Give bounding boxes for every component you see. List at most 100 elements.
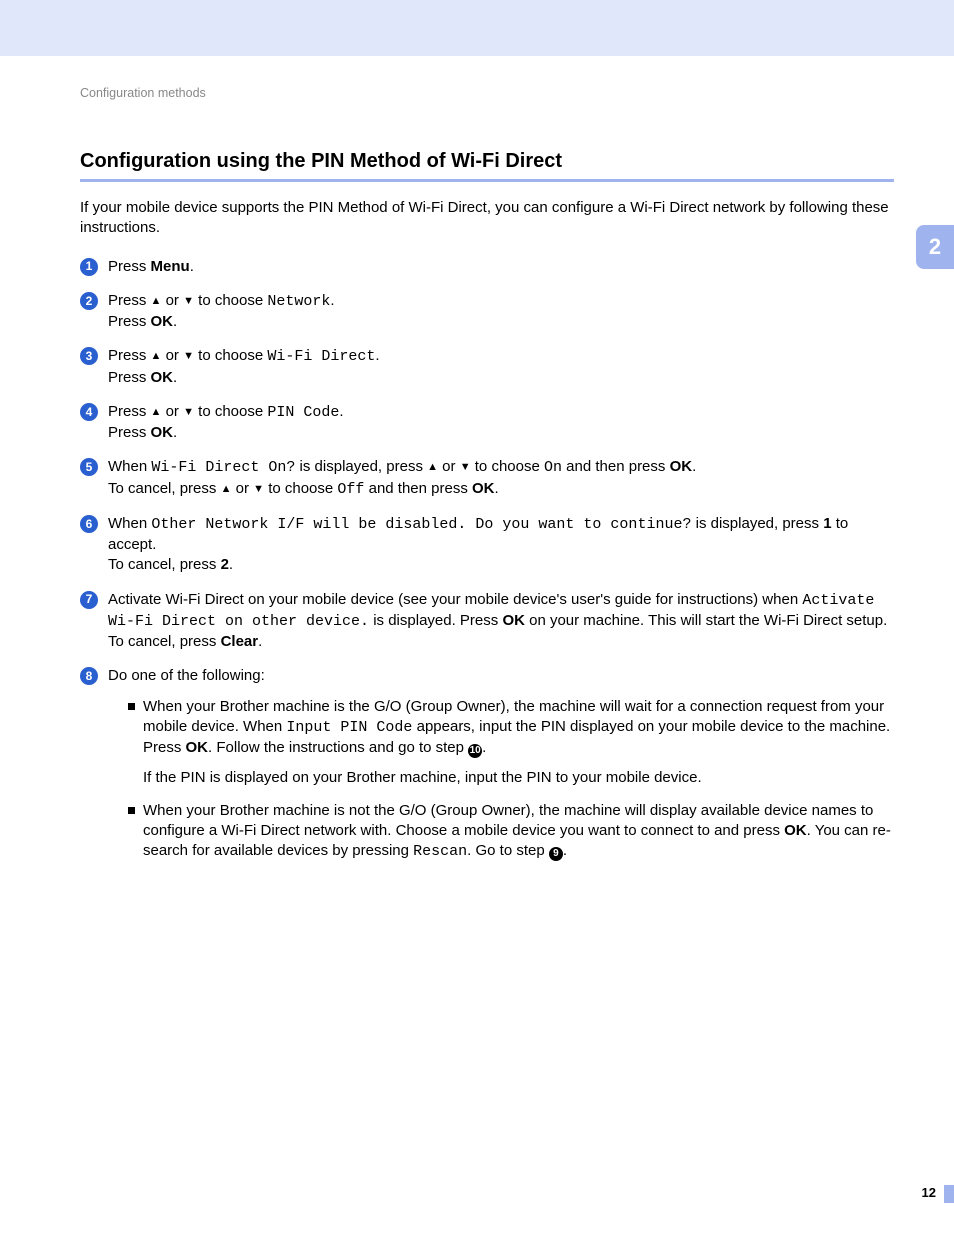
down-arrow-icon: ▼ bbox=[253, 483, 264, 495]
text: To cancel, press bbox=[108, 556, 221, 573]
bold-ok: OK bbox=[151, 313, 174, 330]
down-arrow-icon: ▼ bbox=[183, 350, 194, 362]
text: or bbox=[161, 403, 183, 420]
sub-body: When your Brother machine is not the G/O… bbox=[143, 801, 894, 863]
text: . bbox=[482, 739, 486, 756]
page-number: 12 bbox=[922, 1185, 936, 1200]
text: Press bbox=[108, 292, 151, 309]
header-band bbox=[0, 0, 954, 56]
text: to choose bbox=[194, 403, 267, 420]
text: . Follow the instructions and go to step bbox=[208, 739, 468, 756]
text: . bbox=[173, 424, 177, 441]
down-arrow-icon: ▼ bbox=[460, 461, 471, 473]
text: Press bbox=[108, 347, 151, 364]
step-body: When Other Network I/F will be disabled.… bbox=[108, 514, 894, 576]
text: . bbox=[229, 556, 233, 573]
text: To cancel, press bbox=[108, 480, 221, 497]
text: . bbox=[330, 292, 334, 309]
step-1: 1 Press Menu. bbox=[80, 257, 894, 277]
text: Press bbox=[108, 424, 151, 441]
sublist: When your Brother machine is the G/O (Gr… bbox=[108, 697, 894, 863]
text: Do one of the following: bbox=[108, 667, 265, 684]
step-body: Press ▲ or ▼ to choose Network. Press OK… bbox=[108, 291, 894, 333]
text: Press bbox=[108, 369, 151, 386]
bullet-icon bbox=[128, 807, 135, 814]
text: and then press bbox=[364, 480, 472, 497]
text: is displayed, press bbox=[295, 458, 427, 475]
text: and then press bbox=[562, 458, 670, 475]
step-badge: 1 bbox=[80, 258, 98, 276]
text: When bbox=[108, 458, 151, 475]
text: To cancel, press bbox=[108, 633, 221, 650]
breadcrumb: Configuration methods bbox=[80, 86, 894, 100]
text: . bbox=[339, 403, 343, 420]
bold-ok: OK bbox=[151, 369, 174, 386]
bold-ok: OK bbox=[502, 612, 525, 629]
mono-text: Input PIN Code bbox=[286, 719, 412, 736]
step-3: 3 Press ▲ or ▼ to choose Wi-Fi Direct. P… bbox=[80, 346, 894, 388]
bold-ok: OK bbox=[151, 424, 174, 441]
text: If the PIN is displayed on your Brother … bbox=[143, 769, 702, 786]
text: . bbox=[190, 258, 194, 275]
text: . Go to step bbox=[467, 842, 549, 859]
sub-item: When your Brother machine is not the G/O… bbox=[128, 801, 894, 863]
step-body: Press Menu. bbox=[108, 257, 894, 277]
step-badge: 7 bbox=[80, 591, 98, 609]
step-badge: 4 bbox=[80, 403, 98, 421]
step-badge: 8 bbox=[80, 667, 98, 685]
sub-item: When your Brother machine is the G/O (Gr… bbox=[128, 697, 894, 789]
text: . bbox=[375, 347, 379, 364]
text: to choose bbox=[194, 347, 267, 364]
step-badge: 6 bbox=[80, 515, 98, 533]
bullet-icon bbox=[128, 703, 135, 710]
text: or bbox=[161, 347, 183, 364]
step-badge: 5 bbox=[80, 458, 98, 476]
bold-menu: Menu bbox=[151, 258, 190, 275]
up-arrow-icon: ▲ bbox=[151, 406, 162, 418]
step-ref-badge: 9 bbox=[549, 847, 563, 861]
text: Activate Wi-Fi Direct on your mobile dev… bbox=[108, 591, 802, 608]
text: When bbox=[108, 515, 151, 532]
text: or bbox=[231, 480, 253, 497]
mono-text: Other Network I/F will be disabled. Do y… bbox=[151, 516, 691, 533]
text: to choose bbox=[264, 480, 337, 497]
bold-ok: OK bbox=[186, 739, 209, 756]
step-7: 7 Activate Wi-Fi Direct on your mobile d… bbox=[80, 590, 894, 653]
step-2: 2 Press ▲ or ▼ to choose Network. Press … bbox=[80, 291, 894, 333]
text: Press bbox=[108, 258, 151, 275]
mono-text: Network bbox=[267, 293, 330, 310]
up-arrow-icon: ▲ bbox=[427, 461, 438, 473]
text: . bbox=[173, 369, 177, 386]
mono-text: On bbox=[544, 459, 562, 476]
page-title: Configuration using the PIN Method of Wi… bbox=[80, 150, 894, 173]
text: . bbox=[173, 313, 177, 330]
step-8: 8 Do one of the following: When your Bro… bbox=[80, 666, 894, 874]
page-number-marker bbox=[944, 1185, 954, 1203]
bold-two: 2 bbox=[221, 556, 229, 573]
up-arrow-icon: ▲ bbox=[151, 295, 162, 307]
intro-text: If your mobile device supports the PIN M… bbox=[80, 198, 894, 239]
sub-body: When your Brother machine is the G/O (Gr… bbox=[143, 697, 894, 789]
bold-ok: OK bbox=[670, 458, 693, 475]
text: . bbox=[563, 842, 567, 859]
text: . bbox=[258, 633, 262, 650]
bold-ok: OK bbox=[472, 480, 495, 497]
page-content: Configuration methods Configuration usin… bbox=[0, 56, 954, 874]
step-body: Activate Wi-Fi Direct on your mobile dev… bbox=[108, 590, 894, 653]
text: . bbox=[692, 458, 696, 475]
mono-text: Off bbox=[337, 481, 364, 498]
step-body: Do one of the following: When your Broth… bbox=[108, 666, 894, 874]
bold-ok: OK bbox=[784, 822, 807, 839]
step-body: Press ▲ or ▼ to choose Wi-Fi Direct. Pre… bbox=[108, 346, 894, 388]
step-badge: 3 bbox=[80, 347, 98, 365]
up-arrow-icon: ▲ bbox=[151, 350, 162, 362]
text: or bbox=[161, 292, 183, 309]
text: . bbox=[495, 480, 499, 497]
mono-text: Rescan bbox=[413, 843, 467, 860]
text: Press bbox=[108, 403, 151, 420]
text: or bbox=[438, 458, 460, 475]
text: is displayed, press bbox=[691, 515, 823, 532]
up-arrow-icon: ▲ bbox=[221, 483, 232, 495]
mono-text: PIN Code bbox=[267, 404, 339, 421]
text: to choose bbox=[194, 292, 267, 309]
